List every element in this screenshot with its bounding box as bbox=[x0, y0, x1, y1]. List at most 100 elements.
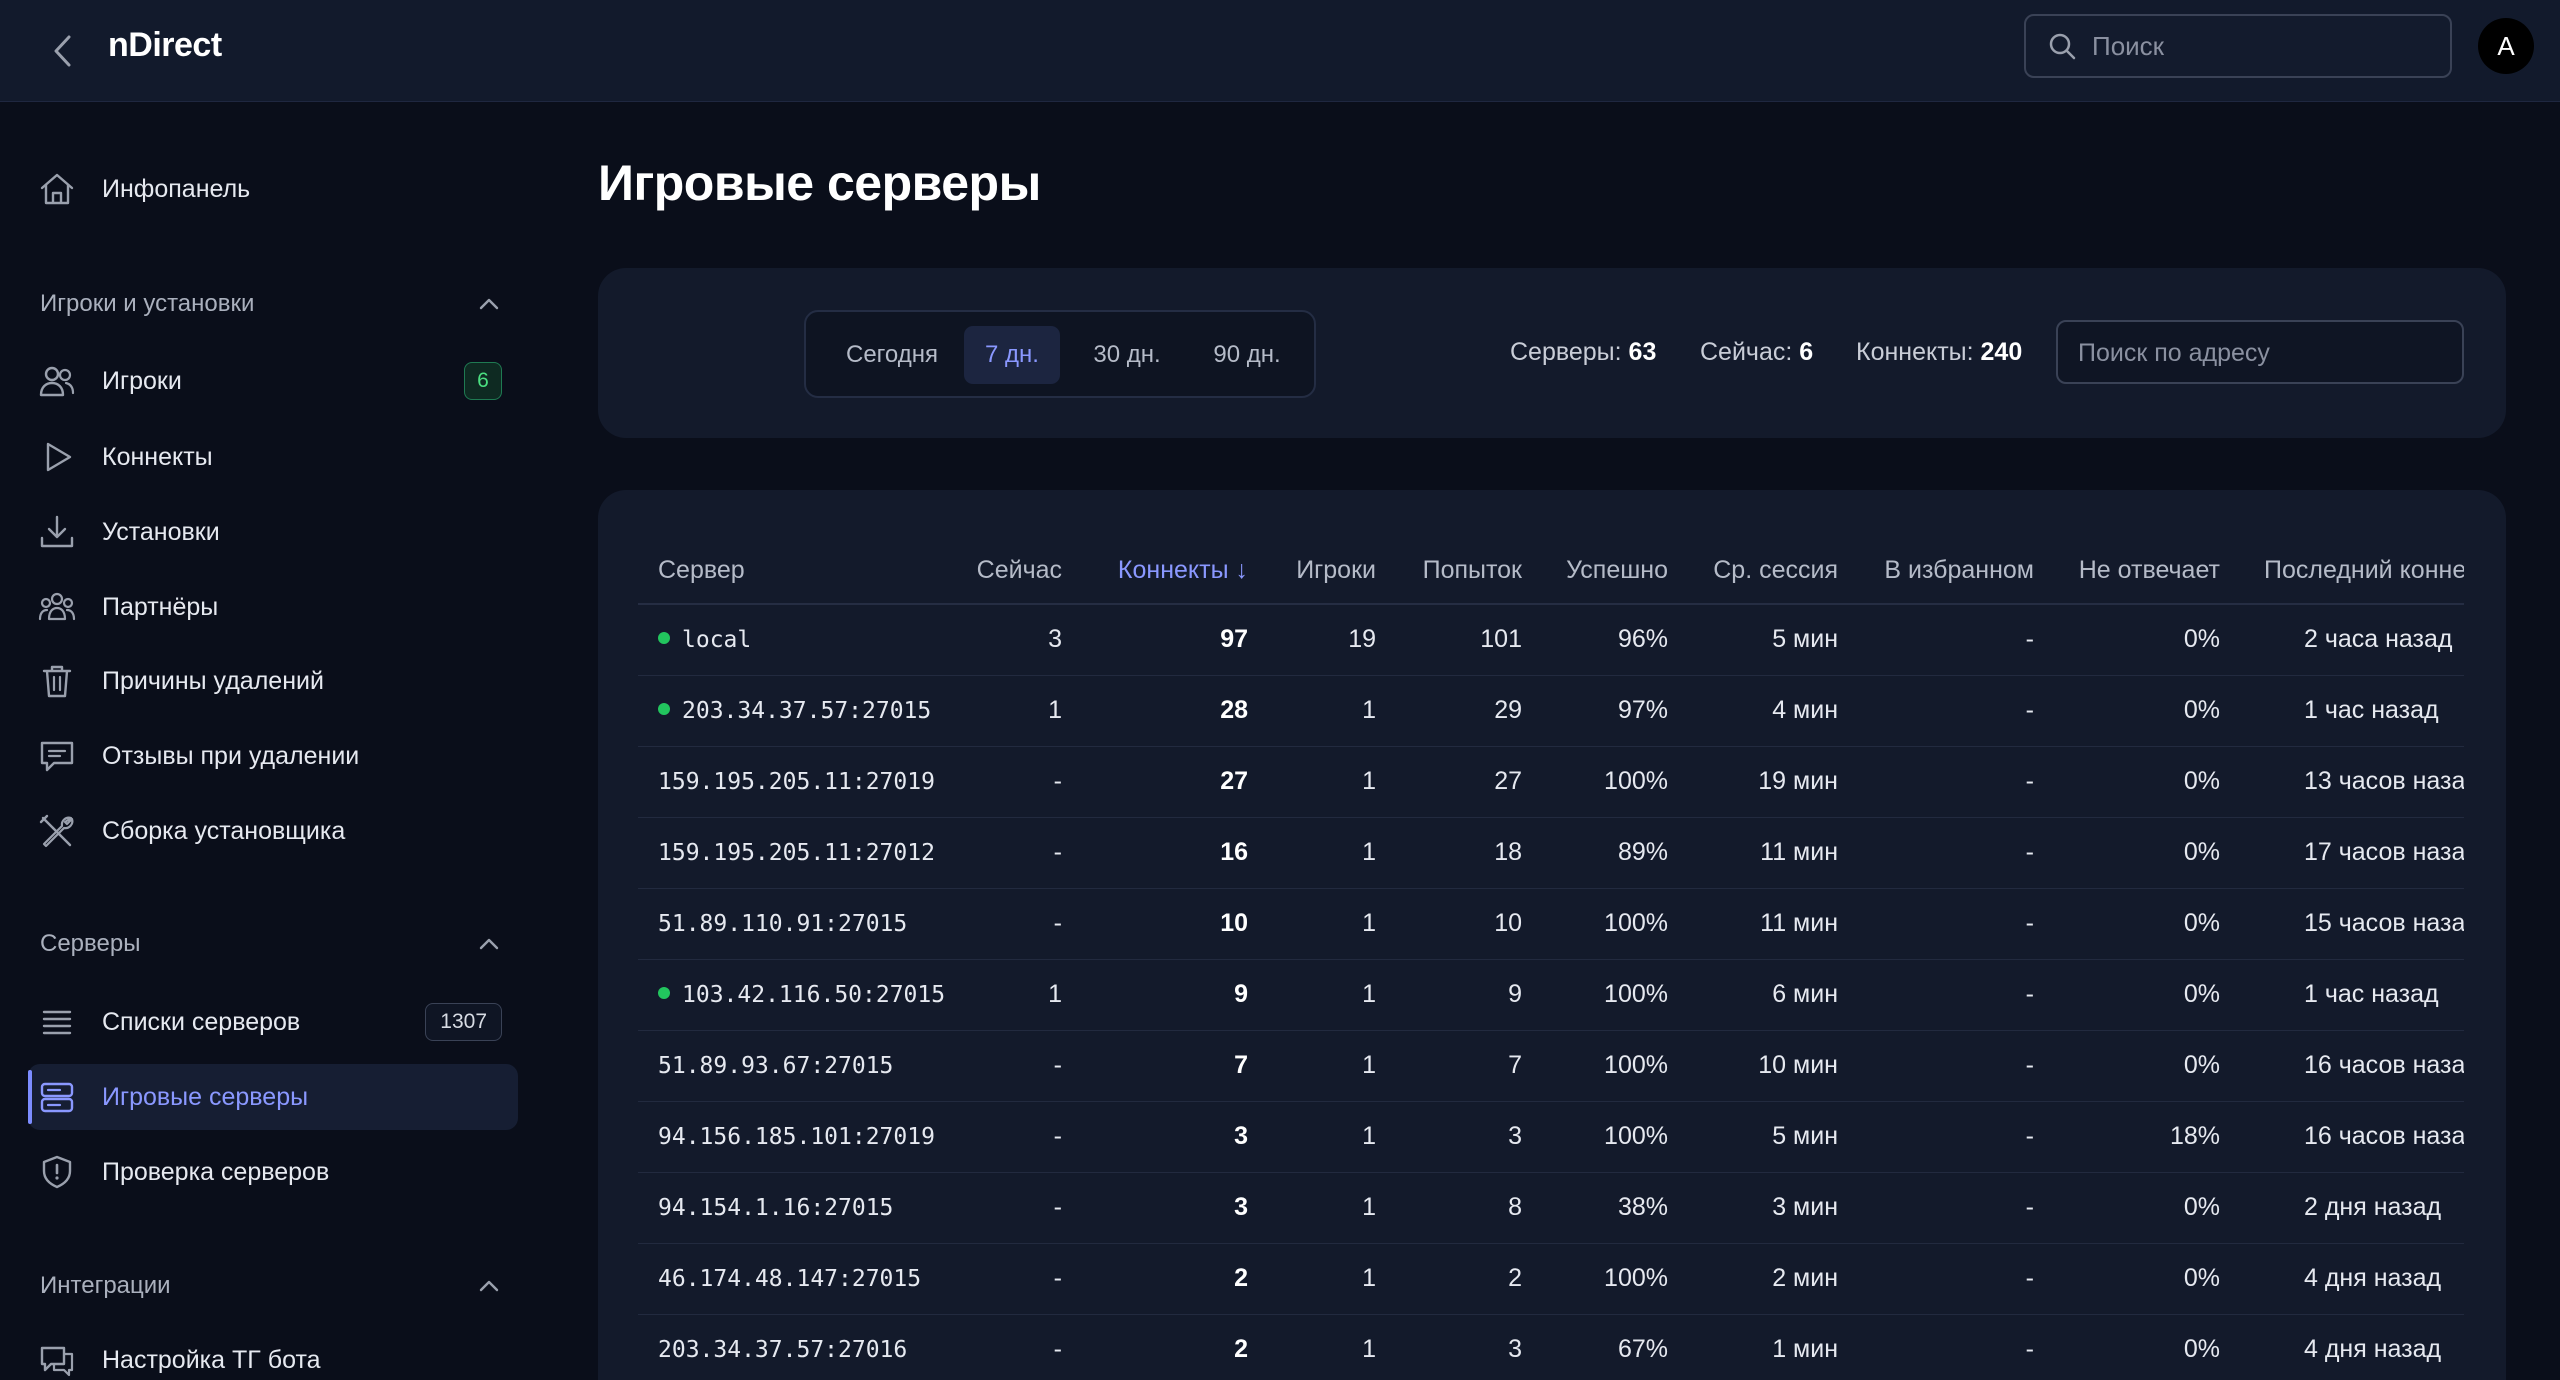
table-row[interactable]: 203.34.37.57:27016-2 1 3 67% 1 мин -0% 4 дня н… bbox=[638, 1314, 2464, 1380]
col-no-response[interactable]: Не отвечает bbox=[2054, 490, 2240, 605]
cell-no-response: 0% bbox=[2054, 675, 2240, 747]
online-status-dot bbox=[658, 703, 670, 715]
cell-session: 5 мин bbox=[1688, 1101, 1858, 1173]
global-search[interactable] bbox=[2024, 14, 2452, 78]
cell-session: 5 мин bbox=[1688, 604, 1858, 676]
server-lists-count-badge: 1307 bbox=[425, 1003, 502, 1041]
table-row[interactable]: 159.195.205.11:27012-16 1 18 89% 11 мин -0% 17… bbox=[638, 817, 2464, 889]
col-server[interactable]: Сервер bbox=[638, 490, 958, 605]
back-button[interactable] bbox=[40, 28, 84, 74]
sidebar-item-label: Списки серверов bbox=[102, 1007, 301, 1036]
section-players-installs[interactable]: Игроки и установки bbox=[40, 284, 500, 324]
address-search[interactable] bbox=[2056, 320, 2464, 384]
cell-last-connect: 1 час назад bbox=[2240, 675, 2464, 747]
table-row[interactable]: 103.42.116.50:27015 1 9 1 9 100% 6 мин -0% 1 час… bbox=[638, 959, 2464, 1031]
cell-attempts: 3 bbox=[1396, 1101, 1542, 1173]
sidebar-item-game-servers[interactable]: Игровые серверы bbox=[28, 1064, 518, 1130]
table-scroll-area[interactable]: Сервер Сейчас Коннекты ↓ Игроки Попыток … bbox=[638, 490, 2464, 1380]
cell-now: 1 bbox=[958, 959, 1082, 1031]
sidebar-item-connects[interactable]: Коннекты bbox=[28, 424, 518, 490]
cell-players: 1 bbox=[1268, 675, 1396, 747]
address-search-input[interactable] bbox=[2078, 336, 2448, 370]
table-row[interactable]: 94.156.185.101:27019-3 1 3 100% 5 мин -18% 16 … bbox=[638, 1101, 2464, 1173]
section-label: Игроки и установки bbox=[40, 290, 255, 317]
shield-icon bbox=[42, 1155, 72, 1189]
col-success[interactable]: Успешно bbox=[1542, 490, 1688, 605]
col-attempts[interactable]: Попыток bbox=[1396, 490, 1542, 605]
cell-attempts: 9 bbox=[1396, 959, 1542, 1031]
chevron-up-icon bbox=[479, 938, 499, 950]
col-last-connect[interactable]: Последний коннект bbox=[2240, 490, 2464, 605]
cell-last-connect: 15 часов назад bbox=[2240, 888, 2464, 960]
col-players[interactable]: Игроки bbox=[1268, 490, 1396, 605]
server-address: 203.34.37.57:27016 bbox=[658, 1336, 908, 1363]
players-count-badge: 6 bbox=[464, 362, 502, 400]
cell-players: 1 bbox=[1268, 1030, 1396, 1102]
table-row[interactable]: 51.89.93.67:27015-7 1 7 100% 10 мин -0% 16 час… bbox=[638, 1030, 2464, 1102]
table-body: local 3 97 19 101 96% 5 мин -0% 2 часа назад 203.… bbox=[638, 604, 2464, 1380]
section-integrations[interactable]: Интеграции bbox=[40, 1266, 500, 1306]
cell-now: - bbox=[958, 888, 1082, 960]
cell-no-response: 18% bbox=[2054, 1101, 2240, 1173]
cell-last-connect: 16 часов назад bbox=[2240, 1030, 2464, 1102]
server-address: 103.42.116.50:27015 bbox=[682, 981, 946, 1008]
table-row[interactable]: local 3 97 19 101 96% 5 мин -0% 2 часа назад bbox=[638, 604, 2464, 676]
cell-server: 46.174.48.147:27015 bbox=[638, 1243, 958, 1315]
cell-now: - bbox=[958, 746, 1082, 818]
table-row[interactable]: 94.154.1.16:27015-3 1 8 38% 3 мин -0% 2 дня на… bbox=[638, 1172, 2464, 1244]
cell-last-connect: 17 часов назад bbox=[2240, 817, 2464, 889]
col-connects[interactable]: Коннекты ↓ bbox=[1082, 490, 1268, 605]
cell-success: 67% bbox=[1542, 1314, 1688, 1380]
now-count-stat: Сейчас: 6 bbox=[1700, 338, 1813, 367]
section-servers[interactable]: Серверы bbox=[40, 924, 500, 964]
cell-last-connect: 4 дня назад bbox=[2240, 1243, 2464, 1315]
sidebar-item-delete-reasons[interactable]: Причины удалений bbox=[28, 648, 518, 714]
cell-no-response: 0% bbox=[2054, 1314, 2240, 1380]
sidebar-item-server-check[interactable]: Проверка серверов bbox=[28, 1139, 518, 1205]
sidebar: Инфопанель Игроки и установки Игроки 6 К… bbox=[0, 102, 540, 1380]
sidebar-item-label: Установки bbox=[102, 517, 220, 546]
cell-server: local bbox=[638, 604, 958, 676]
cell-favorites: - bbox=[1858, 1243, 2054, 1315]
table-row[interactable]: 159.195.205.11:27019-27 1 27 100% 19 мин -0% 1… bbox=[638, 746, 2464, 818]
sidebar-item-partners[interactable]: Партнёры bbox=[28, 574, 518, 640]
sidebar-item-tg-bot[interactable]: Настройка ТГ бота bbox=[28, 1327, 518, 1380]
sidebar-item-players[interactable]: Игроки 6 bbox=[28, 348, 518, 414]
col-now[interactable]: Сейчас bbox=[958, 490, 1082, 605]
table-row[interactable]: 46.174.48.147:27015-2 1 2 100% 2 мин -0% 4 дня… bbox=[638, 1243, 2464, 1315]
cell-players: 1 bbox=[1268, 746, 1396, 818]
cell-success: 100% bbox=[1542, 888, 1688, 960]
cell-success: 89% bbox=[1542, 817, 1688, 889]
sidebar-item-dashboard[interactable]: Инфопанель bbox=[28, 156, 518, 222]
period-selector: Сегодня 7 дн. 30 дн. 90 дн. bbox=[804, 310, 1316, 398]
cell-now: 3 bbox=[958, 604, 1082, 676]
table-row[interactable]: 203.34.37.57:27015 1 28 1 29 97% 4 мин -0% 1 час… bbox=[638, 675, 2464, 747]
cell-connects: 2 bbox=[1082, 1243, 1268, 1315]
sidebar-item-installer-build[interactable]: Сборка установщика bbox=[28, 798, 518, 864]
sidebar-item-server-lists[interactable]: Списки серверов 1307 bbox=[28, 989, 518, 1055]
sidebar-item-label: Причины удалений bbox=[102, 666, 324, 695]
server-address: 51.89.93.67:27015 bbox=[658, 1052, 894, 1079]
cell-no-response: 0% bbox=[2054, 959, 2240, 1031]
col-avg-session[interactable]: Ср. сессия bbox=[1688, 490, 1858, 605]
period-today-button[interactable]: Сегодня bbox=[826, 326, 958, 384]
cell-last-connect: 2 дня назад bbox=[2240, 1172, 2464, 1244]
period-90d-button[interactable]: 90 дн. bbox=[1190, 326, 1304, 384]
sidebar-item-delete-feedback[interactable]: Отзывы при удалении bbox=[28, 723, 518, 789]
global-search-input[interactable] bbox=[2092, 30, 2432, 62]
period-30d-button[interactable]: 30 дн. bbox=[1070, 326, 1184, 384]
period-7d-button[interactable]: 7 дн. bbox=[964, 326, 1060, 384]
table-row[interactable]: 51.89.110.91:27015-10 1 10 100% 11 мин -0% 15 … bbox=[638, 888, 2464, 960]
cell-attempts: 7 bbox=[1396, 1030, 1542, 1102]
sidebar-item-label: Сборка установщика bbox=[102, 816, 346, 845]
cell-now: - bbox=[958, 1030, 1082, 1102]
server-icon bbox=[40, 1082, 74, 1113]
server-address: 94.154.1.16:27015 bbox=[658, 1194, 894, 1221]
section-label: Серверы bbox=[40, 930, 141, 957]
cell-no-response: 0% bbox=[2054, 604, 2240, 676]
message-icon bbox=[40, 741, 74, 772]
cell-now: 1 bbox=[958, 675, 1082, 747]
col-favorites[interactable]: В избранном bbox=[1858, 490, 2054, 605]
sidebar-item-installs[interactable]: Установки bbox=[28, 499, 518, 565]
user-avatar[interactable]: A bbox=[2478, 18, 2534, 74]
